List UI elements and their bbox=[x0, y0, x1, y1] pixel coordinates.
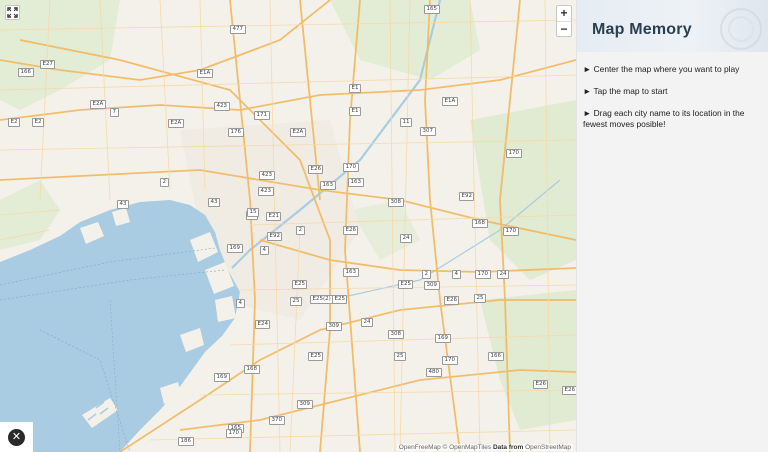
route-shield: 4 bbox=[260, 246, 269, 255]
route-shield: 308 bbox=[388, 198, 404, 207]
route-shield: 25 bbox=[474, 294, 486, 303]
route-shield: 24 bbox=[361, 318, 373, 327]
route-shield: 308 bbox=[388, 330, 404, 339]
route-shield: E1 bbox=[349, 84, 361, 93]
route-shield: 163 bbox=[348, 178, 364, 187]
route-shield: 25 bbox=[394, 352, 406, 361]
route-shield: 2 bbox=[160, 178, 169, 187]
route-shield: E25 bbox=[308, 352, 324, 361]
route-shield: 309 bbox=[424, 281, 440, 290]
route-shield: 480 bbox=[426, 368, 442, 377]
route-shield: 169 bbox=[227, 244, 243, 253]
zoom-in-button[interactable]: + bbox=[557, 6, 571, 21]
route-shield: 163 bbox=[343, 268, 359, 277]
route-shield: E25(2) bbox=[310, 295, 334, 304]
instruction-step: ► Tap the map to start bbox=[583, 86, 668, 96]
route-shield: 186 bbox=[178, 437, 194, 446]
route-shield: E2 bbox=[8, 118, 20, 127]
route-shield: 43 bbox=[117, 200, 129, 209]
route-shield: 423 bbox=[259, 171, 275, 180]
route-shield: E26 bbox=[444, 296, 460, 305]
route-shield: 24 bbox=[400, 234, 412, 243]
route-shield: 11 bbox=[400, 118, 412, 127]
route-shield: 307 bbox=[420, 127, 436, 136]
route-shield: 423 bbox=[214, 102, 230, 111]
route-shield: 176 bbox=[228, 128, 244, 137]
instruction-step: ► Center the map where you want to play bbox=[583, 64, 740, 74]
side-panel: Map Memory ► Center the map where you wa… bbox=[576, 0, 768, 452]
route-shield: E25 bbox=[332, 295, 348, 304]
route-shield: 370 bbox=[269, 416, 285, 425]
route-shield: E2A bbox=[290, 128, 306, 137]
route-shield: E26 bbox=[533, 380, 549, 389]
route-shield: E1A bbox=[197, 69, 213, 78]
route-shield: E2 bbox=[32, 118, 44, 127]
route-shield: 309 bbox=[297, 400, 313, 409]
route-shield: 7 bbox=[110, 108, 119, 117]
attribution-data-label: Data from bbox=[492, 444, 524, 451]
route-shield: 423 bbox=[258, 187, 274, 196]
map-canvas[interactable]: E89428E27E1A477E2AE2E27E2A171423E1176E2A… bbox=[0, 0, 576, 452]
route-shield: 169 bbox=[214, 373, 230, 382]
route-shield: E24 bbox=[255, 320, 271, 329]
route-shield: 165 bbox=[424, 5, 440, 14]
zoom-control: + − bbox=[556, 5, 572, 37]
instructions: ► Center the map where you want to play … bbox=[577, 52, 768, 130]
route-shield: E21 bbox=[266, 212, 282, 221]
route-shield: E25 bbox=[292, 280, 308, 289]
route-shield: 477 bbox=[230, 25, 246, 34]
attribution-osm-link[interactable]: OpenStreetMap bbox=[525, 444, 571, 451]
route-shield: 170 bbox=[442, 356, 458, 365]
route-shield: E25 bbox=[398, 280, 414, 289]
route-shield: 170 bbox=[503, 227, 519, 236]
route-shield: 170 bbox=[506, 149, 522, 158]
route-shield: 4 bbox=[452, 270, 461, 279]
fullscreen-icon bbox=[7, 7, 18, 18]
route-shield: 163 bbox=[320, 181, 336, 190]
route-shield: 171 bbox=[254, 111, 270, 120]
fullscreen-button[interactable] bbox=[5, 5, 20, 20]
route-shield: E92 bbox=[267, 232, 283, 241]
route-shield: E26 bbox=[308, 165, 324, 174]
route-shield: 2 bbox=[422, 270, 431, 279]
route-shield: 170 bbox=[343, 163, 359, 172]
map-tiles bbox=[0, 0, 576, 452]
map-attribution: OpenFreeMap © OpenMapTiles Data from Ope… bbox=[396, 444, 573, 451]
page-title: Map Memory bbox=[592, 21, 692, 38]
route-shield: E1A bbox=[442, 97, 458, 106]
route-shield: 4 bbox=[236, 299, 245, 308]
route-shield: E26 bbox=[343, 226, 359, 235]
route-shield: 24 bbox=[497, 270, 509, 279]
route-shield: 309 bbox=[326, 322, 342, 331]
close-button[interactable]: ✕ bbox=[0, 422, 33, 452]
route-shield: 170 bbox=[475, 270, 491, 279]
instruction-step: ► Drag each city name to its location in… bbox=[583, 108, 745, 129]
route-shield: E2A bbox=[90, 100, 106, 109]
header-decoration-inner bbox=[728, 16, 754, 42]
route-shield: E27 bbox=[40, 60, 56, 69]
route-shield: 43 bbox=[208, 198, 220, 207]
route-shield: 2 bbox=[296, 226, 305, 235]
route-shield: 15 bbox=[247, 208, 259, 217]
route-shield: 170 bbox=[226, 429, 242, 438]
route-shield: 168 bbox=[472, 219, 488, 228]
route-shield: 166 bbox=[18, 68, 34, 77]
route-shield: 168 bbox=[244, 365, 260, 374]
route-shield: 25 bbox=[290, 297, 302, 306]
zoom-out-button[interactable]: − bbox=[557, 21, 571, 36]
panel-header: Map Memory bbox=[577, 0, 768, 52]
close-icon: ✕ bbox=[8, 429, 25, 446]
route-shield: E92 bbox=[459, 192, 475, 201]
route-shield: E26 bbox=[562, 386, 576, 395]
route-shield: 166 bbox=[488, 352, 504, 361]
route-shield: E2A bbox=[168, 119, 184, 128]
route-shield: 169 bbox=[435, 334, 451, 343]
attribution-tiles-link[interactable]: OpenFreeMap © OpenMapTiles bbox=[399, 444, 491, 451]
route-shield: E1 bbox=[349, 107, 361, 116]
